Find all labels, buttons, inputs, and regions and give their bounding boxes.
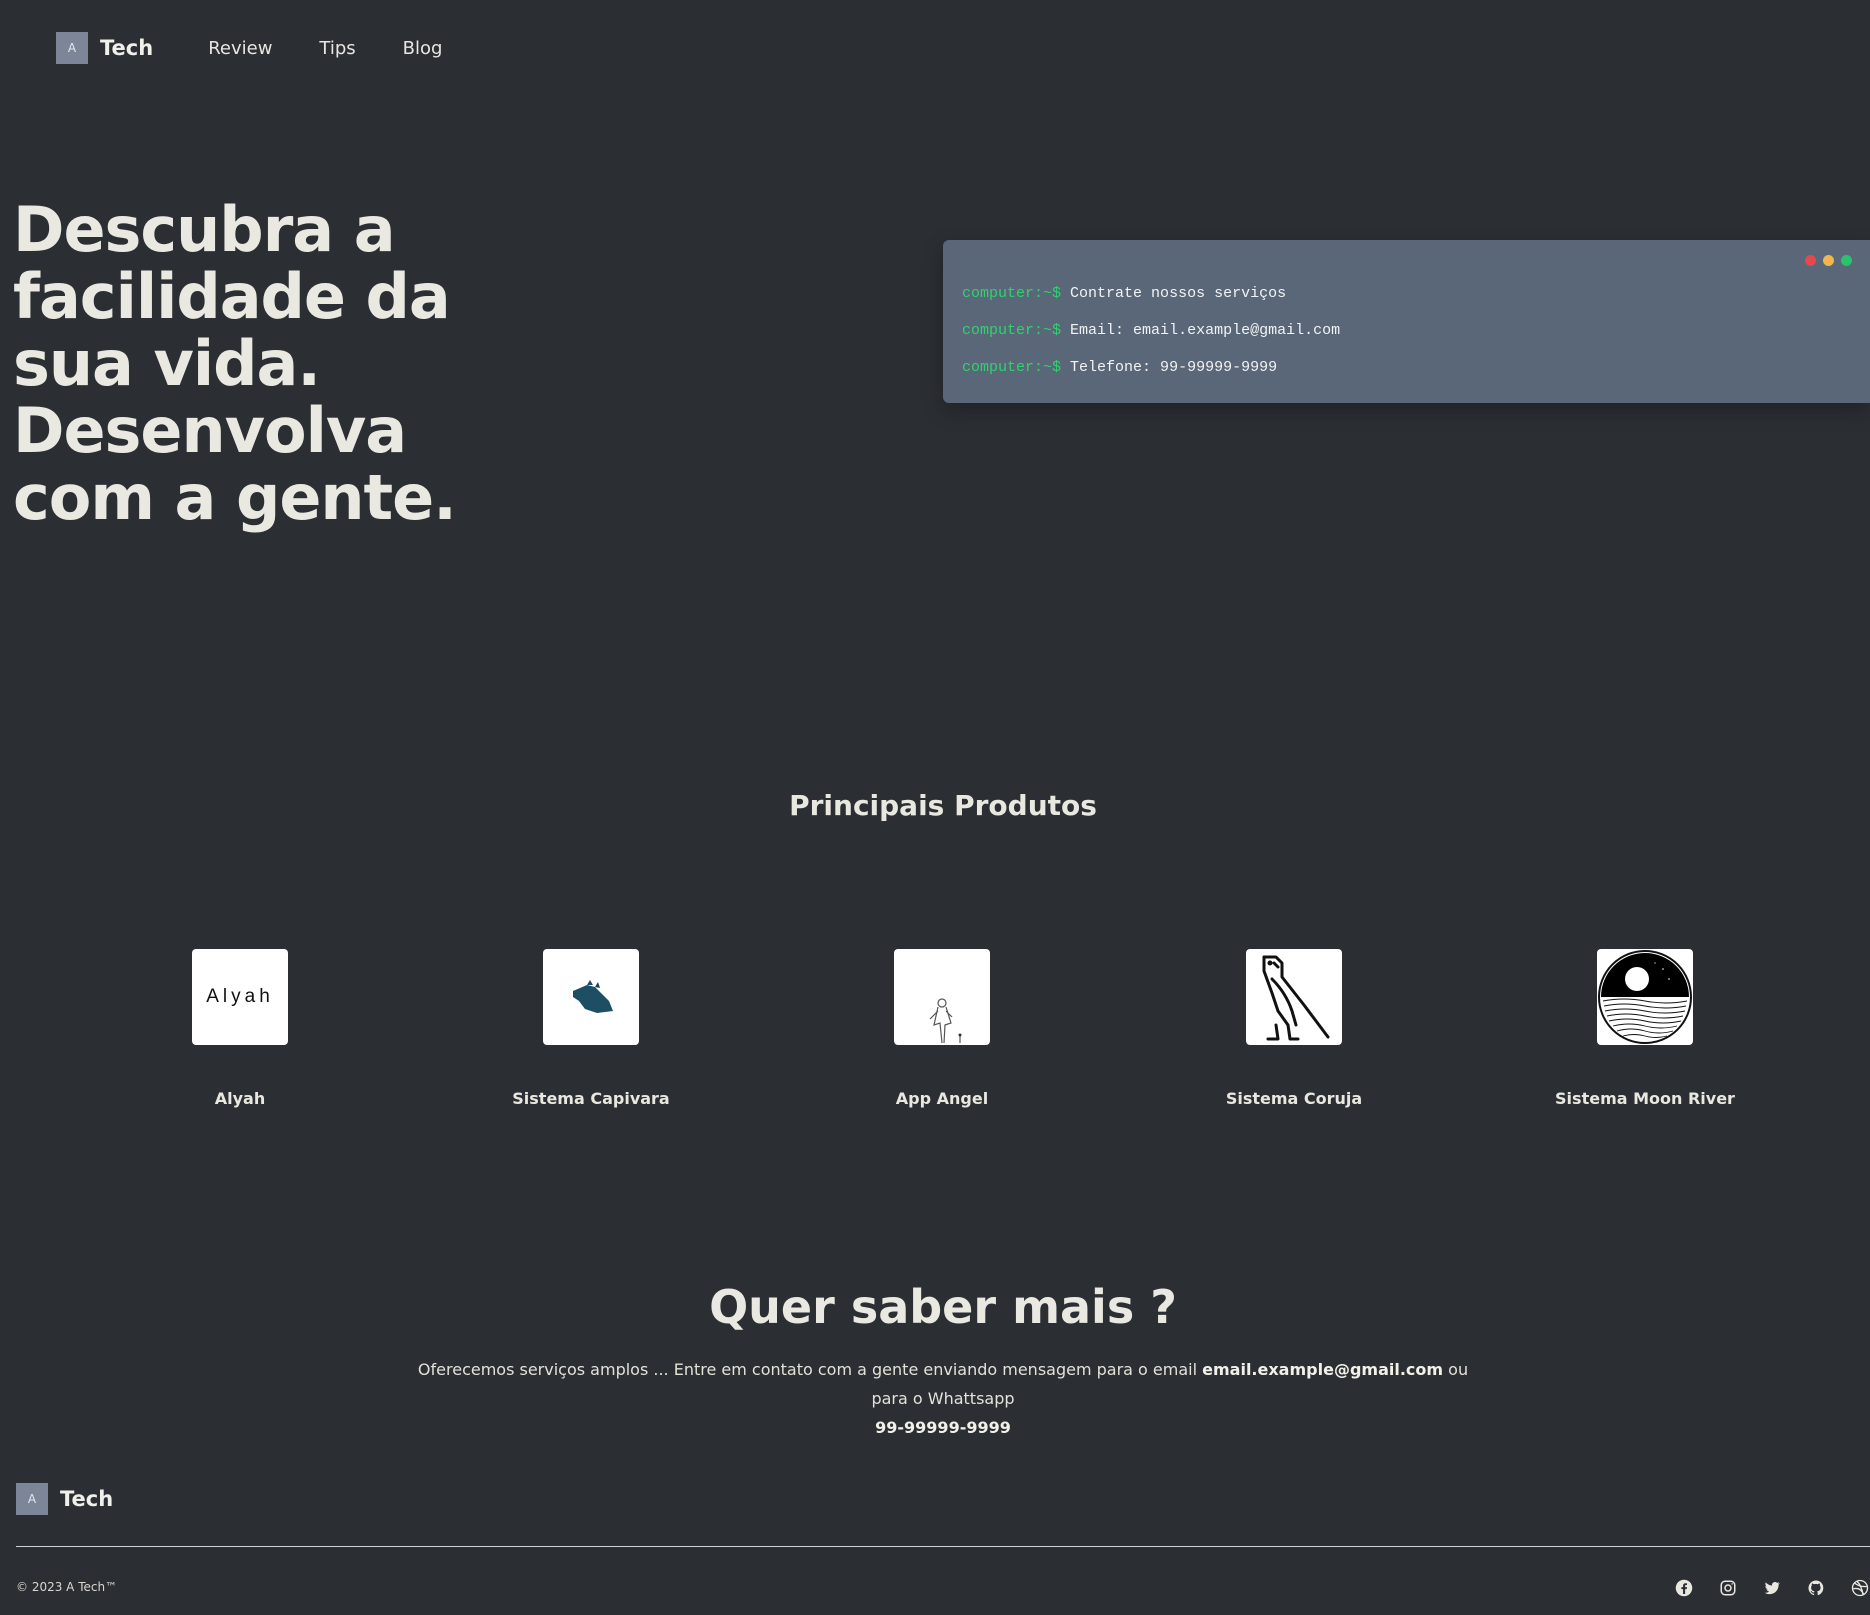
top-nav: A Tech Review Tips Blog <box>56 32 489 64</box>
product-name[interactable]: Sistema Coruja <box>1174 1089 1414 1108</box>
terminal-window: computer:~$ Contrate nossos serviços com… <box>943 240 1870 403</box>
terminal-line: computer:~$ Email: email.example@gmail.c… <box>962 321 1340 358</box>
product-card-capivara[interactable]: Sistema Capivara <box>471 949 711 1108</box>
dribbble-icon[interactable] <box>1850 1578 1870 1598</box>
nav-link-review[interactable]: Review <box>208 38 272 59</box>
product-card-coruja[interactable]: Sistema Coruja <box>1174 949 1414 1108</box>
github-icon[interactable] <box>1806 1578 1826 1598</box>
logo-text[interactable]: Tech <box>100 36 153 60</box>
product-name[interactable]: Sistema Capivara <box>471 1089 711 1108</box>
terminal-prompt: computer:~$ <box>962 359 1062 376</box>
product-card-moon-river[interactable]: Sistema Moon River <box>1525 949 1765 1108</box>
hero-title: Descubra a facilidade da sua vida. Desen… <box>13 193 457 534</box>
social-links <box>1674 1578 1870 1598</box>
product-name[interactable]: Sistema Moon River <box>1525 1089 1765 1108</box>
footer-logo[interactable]: A Tech <box>16 1483 113 1515</box>
terminal-line: computer:~$ Contrate nossos serviços <box>962 284 1340 321</box>
terminal-text: Telefone: 99-99999-9999 <box>1070 359 1278 376</box>
copyright: © 2023 A Tech™ <box>16 1580 118 1594</box>
owl-icon[interactable] <box>1246 949 1342 1045</box>
nav-link-blog[interactable]: Blog <box>403 38 443 59</box>
footer-divider <box>16 1546 1870 1547</box>
product-card-alyah[interactable]: Alyah Alyah <box>120 949 360 1108</box>
terminal-text: Contrate nossos serviços <box>1070 285 1287 302</box>
cta-text: Oferecemos serviços amplos ... Entre em … <box>400 1355 1486 1442</box>
product-name[interactable]: App Angel <box>822 1089 1062 1108</box>
nav-links: Review Tips Blog <box>208 38 489 59</box>
minimize-dot-icon <box>1823 255 1834 266</box>
terminal-text: Email: email.example@gmail.com <box>1070 322 1341 339</box>
alyah-wordmark-icon[interactable]: Alyah <box>192 949 288 1045</box>
window-controls <box>1805 255 1852 266</box>
terminal-prompt: computer:~$ <box>962 322 1062 339</box>
products-title: Principais Produtos <box>789 789 1097 822</box>
twitter-icon[interactable] <box>1762 1578 1782 1598</box>
logo-badge[interactable]: A <box>56 32 88 64</box>
alyah-logo-text: Alyah <box>206 986 274 1007</box>
cta-email[interactable]: email.example@gmail.com <box>1202 1360 1443 1379</box>
footer-logo-text: Tech <box>60 1487 114 1511</box>
cta-title: Quer saber mais ? <box>709 1280 1177 1334</box>
capybara-icon[interactable] <box>543 949 639 1045</box>
maximize-dot-icon <box>1841 255 1852 266</box>
moon-river-icon[interactable] <box>1597 949 1693 1045</box>
cta-phone[interactable]: 99-99999-9999 <box>875 1418 1011 1437</box>
cta-text-before: Oferecemos serviços amplos ... Entre em … <box>417 1360 1203 1379</box>
angel-figure-icon[interactable] <box>894 949 990 1045</box>
facebook-icon[interactable] <box>1674 1578 1694 1598</box>
terminal-line: computer:~$ Telefone: 99-99999-9999 <box>962 358 1340 395</box>
terminal-prompt: computer:~$ <box>962 285 1062 302</box>
nav-link-tips[interactable]: Tips <box>319 38 355 59</box>
footer-logo-badge: A <box>16 1483 48 1515</box>
product-card-angel[interactable]: App Angel <box>822 949 1062 1108</box>
close-dot-icon <box>1805 255 1816 266</box>
product-name[interactable]: Alyah <box>120 1089 360 1108</box>
instagram-icon[interactable] <box>1718 1578 1738 1598</box>
